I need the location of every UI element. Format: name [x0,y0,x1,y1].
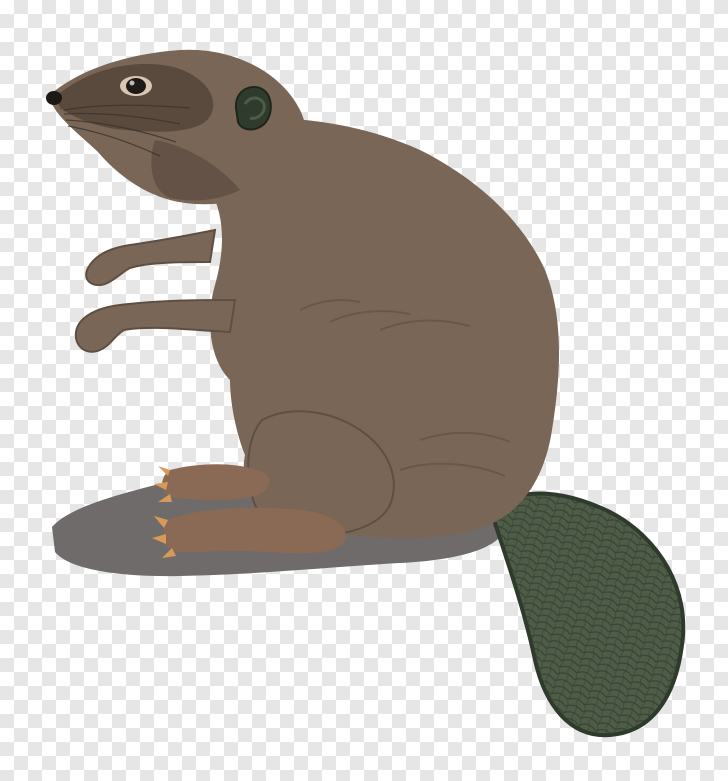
nose [46,91,62,105]
image-canvas [0,0,728,781]
front-arm-upper [85,228,217,286]
front-arm-lower [74,298,237,353]
front-foot [162,464,270,500]
beaver-illustration [46,49,686,738]
back-foot [163,507,346,554]
